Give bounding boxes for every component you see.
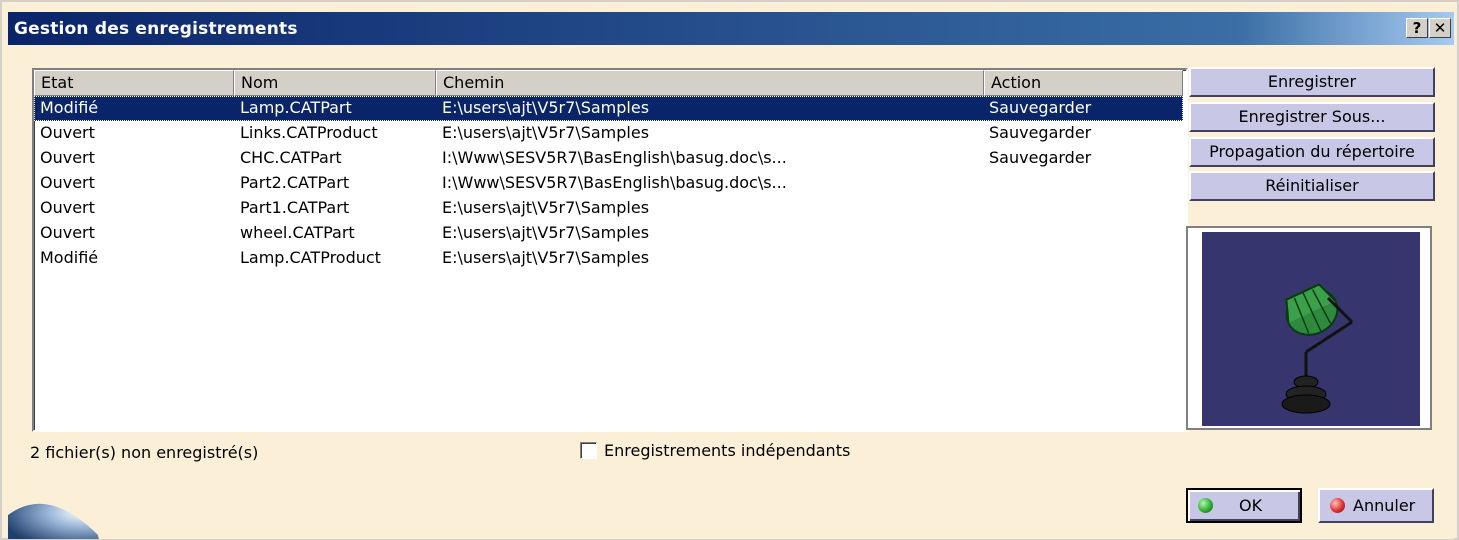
cell-chemin: E:\users\ajt\V5r7\Samples [442, 198, 650, 217]
column-header-action[interactable]: Action [984, 70, 1183, 96]
list-rows: Modifié Lamp.CATPart E:\users\ajt\V5r7\S… [34, 96, 1183, 271]
cell-action: Sauvegarder [989, 98, 1092, 117]
document-preview [1186, 226, 1432, 430]
cell-chemin: E:\users\ajt\V5r7\Samples [442, 123, 650, 142]
cell-chemin: E:\users\ajt\V5r7\Samples [442, 248, 650, 267]
document-list[interactable]: Etat Nom Chemin Action Modifié Lamp.CATP… [32, 68, 1188, 432]
cell-action: Sauvegarder [989, 148, 1092, 167]
preview-viewport [1202, 232, 1420, 426]
title-bar[interactable]: Gestion des enregistrements ? ✕ [8, 12, 1454, 45]
cell-etat: Ouvert [40, 123, 95, 142]
cell-nom: Lamp.CATProduct [240, 248, 381, 267]
save-as-button[interactable]: Enregistrer Sous... [1189, 102, 1435, 132]
help-button[interactable]: ? [1406, 18, 1428, 38]
cell-etat: Ouvert [40, 173, 95, 192]
save-button[interactable]: Enregistrer [1189, 67, 1435, 97]
table-row[interactable]: Ouvert Part1.CATPart E:\users\ajt\V5r7\S… [34, 196, 1183, 221]
cell-nom: Part1.CATPart [240, 198, 350, 217]
cell-action: Sauvegarder [989, 123, 1092, 142]
cell-etat: Ouvert [40, 148, 95, 167]
cell-etat: Ouvert [40, 198, 95, 217]
dialog-title: Gestion des enregistrements [14, 19, 298, 39]
cell-nom: Links.CATProduct [240, 123, 378, 142]
catia-logo-icon [8, 503, 99, 539]
cell-chemin: E:\users\ajt\V5r7\Samples [442, 223, 650, 242]
reset-button[interactable]: Réinitialiser [1189, 171, 1435, 201]
cell-chemin: E:\users\ajt\V5r7\Samples [442, 98, 650, 117]
column-header-chemin[interactable]: Chemin [436, 70, 984, 96]
table-row[interactable]: Modifié Lamp.CATProduct E:\users\ajt\V5r… [34, 246, 1183, 271]
cell-nom: Part2.CATPart [240, 173, 350, 192]
cancel-button[interactable]: Annuler [1318, 488, 1434, 523]
close-button[interactable]: ✕ [1429, 18, 1451, 38]
cell-nom: Lamp.CATPart [240, 98, 352, 117]
cancel-label: Annuler [1353, 496, 1416, 515]
table-row[interactable]: Modifié Lamp.CATPart E:\users\ajt\V5r7\S… [34, 96, 1183, 121]
table-row[interactable]: Ouvert wheel.CATPart E:\users\ajt\V5r7\S… [34, 221, 1183, 246]
independent-saves-checkbox[interactable] [580, 442, 597, 459]
cell-chemin: I:\Www\SESV5R7\BasEnglish\basug.doc\s... [442, 148, 787, 167]
table-row[interactable]: Ouvert Part2.CATPart I:\Www\SESV5R7\BasE… [34, 171, 1183, 196]
independent-saves-label: Enregistrements indépendants [604, 441, 851, 460]
independent-saves-option[interactable]: Enregistrements indépendants [580, 441, 850, 460]
column-header-etat[interactable]: Etat [34, 70, 234, 96]
cell-nom: wheel.CATPart [240, 223, 355, 242]
dialog-body: Etat Nom Chemin Action Modifié Lamp.CATP… [8, 45, 1454, 539]
cancel-red-dot-icon [1330, 498, 1345, 513]
cell-etat: Modifié [40, 248, 99, 267]
ok-label: OK [1239, 496, 1263, 515]
lamp-model-icon [1281, 283, 1354, 414]
column-header-nom[interactable]: Nom [234, 70, 436, 96]
save-management-dialog: Gestion des enregistrements ? ✕ Etat Nom… [0, 0, 1459, 540]
cell-nom: CHC.CATPart [240, 148, 342, 167]
table-row[interactable]: Ouvert CHC.CATPart I:\Www\SESV5R7\BasEng… [34, 146, 1183, 171]
table-row[interactable]: Ouvert Links.CATProduct E:\users\ajt\V5r… [34, 121, 1183, 146]
ok-button[interactable]: OK [1186, 488, 1302, 523]
list-header: Etat Nom Chemin Action [34, 70, 1186, 96]
propagate-directory-button[interactable]: Propagation du répertoire [1189, 137, 1435, 167]
ok-green-dot-icon [1198, 498, 1213, 513]
cell-etat: Ouvert [40, 223, 95, 242]
cell-chemin: I:\Www\SESV5R7\BasEnglish\basug.doc\s... [442, 173, 787, 192]
unsaved-files-status: 2 fichier(s) non enregistré(s) [30, 443, 259, 462]
cell-etat: Modifié [40, 98, 99, 117]
